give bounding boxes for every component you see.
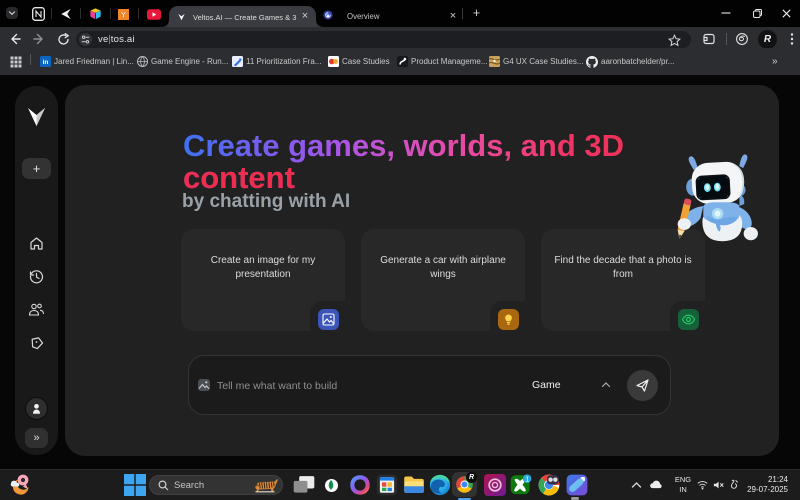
svg-text:in: in	[43, 59, 49, 66]
svg-text:Y: Y	[121, 10, 126, 19]
svg-text:1: 1	[525, 475, 529, 484]
